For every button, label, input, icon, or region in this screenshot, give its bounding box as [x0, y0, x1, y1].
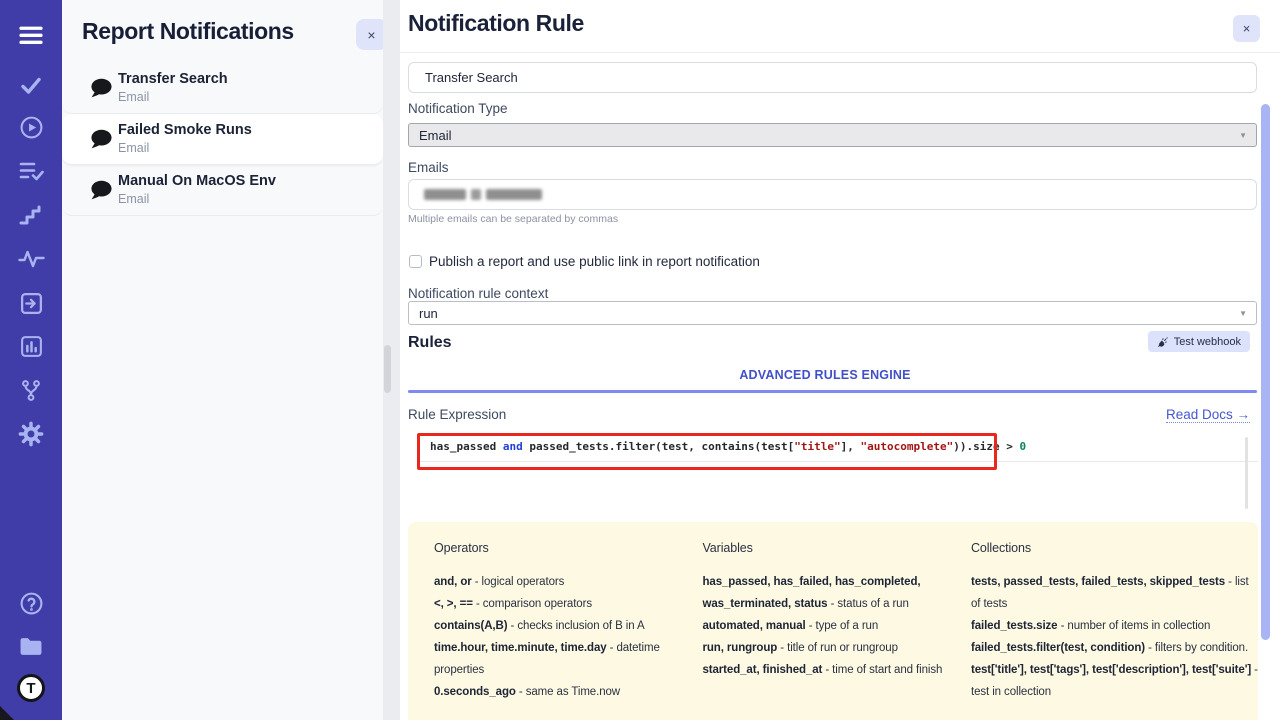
list-item[interactable]: Transfer Search Email — [62, 63, 383, 114]
rule-expression-editor[interactable]: has_passed and passed_tests.filter(test,… — [418, 432, 1258, 516]
rule-expression-label: Rule Expression — [408, 407, 506, 422]
help-entry: contains(A,B) - checks inclusion of B in… — [434, 615, 676, 637]
code-token-plain: )).size > — [953, 440, 1019, 453]
help-entry: failed_tests.filter(test, condition) - f… — [971, 637, 1258, 659]
list-item-subtitle: Email — [118, 141, 149, 155]
code-line: has_passed and passed_tests.filter(test,… — [418, 432, 1258, 462]
list-item-title: Failed Smoke Runs — [118, 122, 252, 138]
help-entry: failed_tests.size - number of items in c… — [971, 615, 1258, 637]
sidebar-list-check-icon[interactable] — [0, 156, 62, 186]
help-entry: started_at, finished_at - time of start … — [702, 659, 944, 681]
left-panel-title: Report Notifications — [82, 18, 294, 45]
chat-bubble-icon — [88, 128, 114, 156]
rule-context-select[interactable]: run ▼ — [408, 301, 1257, 325]
chat-bubble-icon — [88, 77, 114, 105]
help-column-operators: Operators and, or - logical operators<, >… — [434, 537, 676, 720]
code-token-plain: ], — [841, 440, 861, 453]
code-token-number: 0 — [1019, 440, 1026, 453]
page-scrollbar[interactable] — [1261, 104, 1270, 640]
sidebar-git-branch-icon[interactable] — [0, 375, 62, 405]
report-notifications-panel: Report Notifications × Transfer Search Em… — [62, 0, 383, 720]
code-token-plain: has_passed — [430, 440, 503, 453]
notification-type-label: Notification Type — [408, 101, 508, 116]
sidebar-menu-icon[interactable] — [0, 20, 62, 50]
help-entry: <, >, == - comparison operators — [434, 593, 676, 615]
chat-bubble-icon — [88, 179, 114, 207]
form-close-button[interactable]: × — [1233, 15, 1260, 42]
help-entry: has_passed, has_failed, has_completed, w… — [702, 571, 944, 615]
list-item-title: Transfer Search — [118, 71, 228, 87]
help-entry: automated, manual - type of a run — [702, 615, 944, 637]
active-tab-underline — [408, 390, 1257, 393]
rules-heading: Rules — [408, 334, 452, 352]
sidebar-activity-icon[interactable] — [0, 244, 62, 274]
list-item-title: Manual On MacOS Env — [118, 173, 276, 189]
page-title: Notification Rule — [408, 10, 584, 37]
help-entry: tests, passed_tests, failed_tests, skipp… — [971, 571, 1258, 615]
help-column-title: Operators — [434, 537, 676, 559]
code-token-keyword: and — [503, 440, 523, 453]
emails-label: Emails — [408, 160, 449, 175]
list-item[interactable]: Failed Smoke Runs Email — [62, 114, 383, 165]
sidebar-gear-icon[interactable] — [0, 419, 62, 449]
help-entry: run, rungroup - title of run or rungroup — [702, 637, 944, 659]
sidebar-logo[interactable]: T — [0, 673, 62, 703]
help-entry: and, or - logical operators — [434, 571, 676, 593]
sidebar-help-icon[interactable] — [0, 588, 62, 618]
chevron-down-icon: ▼ — [1239, 131, 1247, 140]
sidebar-play-circle-icon[interactable] — [0, 112, 62, 142]
rule-name-input[interactable] — [408, 62, 1257, 93]
sidebar-check-icon[interactable] — [0, 70, 62, 100]
publish-report-label: Publish a report and use public link in … — [429, 254, 760, 269]
panel-divider — [383, 0, 400, 720]
list-item-subtitle: Email — [118, 192, 149, 206]
notification-rule-form: Notification Rule × Notification Type Em… — [400, 0, 1280, 720]
chevron-down-icon: ▼ — [1239, 309, 1247, 318]
editor-scrollbar[interactable] — [1245, 437, 1248, 509]
help-entry: 0.seconds_ago - same as Time.now — [434, 681, 676, 703]
list-item-subtitle: Email — [118, 90, 149, 104]
redacted-email-value — [424, 189, 542, 200]
corner-wedge — [0, 706, 14, 720]
sidebar-steps-icon[interactable] — [0, 200, 62, 230]
close-icon: × — [367, 27, 375, 43]
header-divider — [400, 52, 1280, 53]
tab-advanced-rules-engine[interactable]: ADVANCED RULES ENGINE — [400, 368, 1250, 382]
code-token-string: "autocomplete" — [861, 440, 954, 453]
app-root: T Report Notifications × Transfer Search… — [0, 0, 1280, 720]
code-token-plain: passed_tests.filter(test, contains(test[ — [523, 440, 795, 453]
help-entry: time.hour, time.minute, time.day - datet… — [434, 637, 676, 681]
sidebar-folder-icon[interactable] — [0, 631, 62, 661]
rules-help-panel: Operators and, or - logical operators<, >… — [408, 522, 1258, 720]
emails-hint: Multiple emails can be separated by comm… — [408, 213, 618, 225]
read-docs-link[interactable]: Read Docs → — [1166, 407, 1250, 423]
rule-context-value: run — [419, 306, 438, 321]
notification-rules-list: Transfer Search Email Failed Smoke Runs Ema… — [62, 63, 383, 216]
code-token-string: "title" — [794, 440, 840, 453]
help-column-variables: Variables has_passed, has_failed, has_com… — [702, 537, 944, 720]
test-webhook-button[interactable]: Test webhook — [1148, 331, 1250, 352]
left-panel-scrollbar[interactable] — [384, 345, 391, 393]
help-entry: test['title'], test['tags'], test['descr… — [971, 659, 1258, 703]
sidebar-sign-in-icon[interactable] — [0, 288, 62, 318]
test-webhook-label: Test webhook — [1174, 336, 1241, 348]
help-column-title: Collections — [971, 537, 1258, 559]
sidebar-bar-chart-icon[interactable] — [0, 331, 62, 361]
notification-type-select[interactable]: Email ▼ — [408, 123, 1257, 147]
sidebar: T — [0, 0, 62, 720]
plug-icon — [1157, 336, 1169, 348]
rule-context-label: Notification rule context — [408, 286, 548, 301]
publish-report-checkbox[interactable] — [409, 255, 422, 268]
help-column-title: Variables — [702, 537, 944, 559]
help-column-collections: Collections tests, passed_tests, failed_t… — [971, 537, 1258, 720]
list-item[interactable]: Manual On MacOS Env Email — [62, 165, 383, 216]
close-icon: × — [1243, 21, 1251, 36]
notification-type-value: Email — [419, 128, 452, 143]
app-logo: T — [17, 674, 45, 702]
